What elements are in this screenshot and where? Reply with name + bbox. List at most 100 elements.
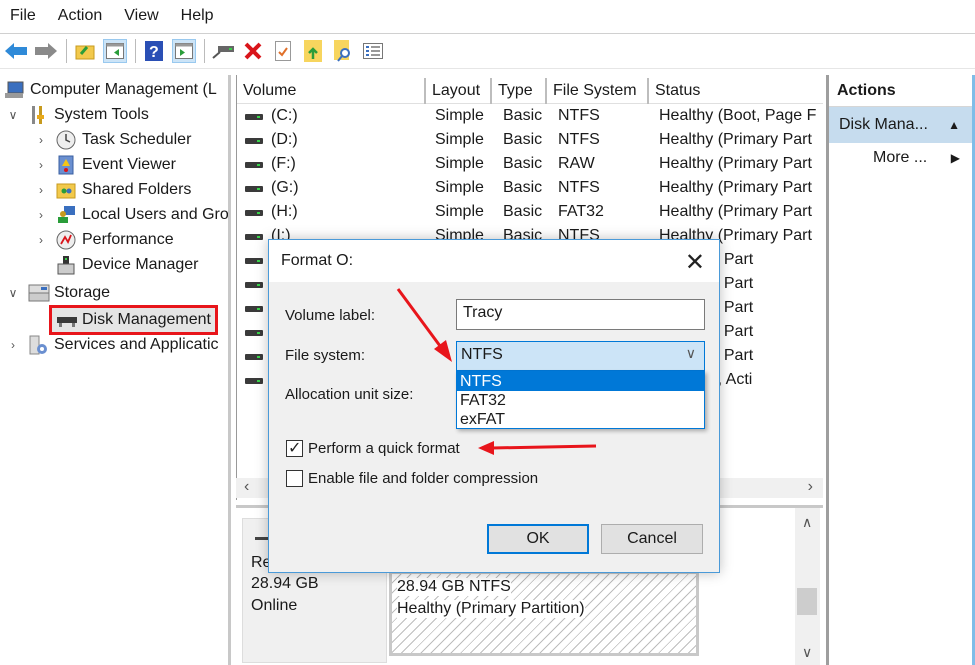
show-hide-action-pane-button[interactable]	[172, 39, 196, 63]
tools-icon	[28, 105, 48, 125]
volume-cell-type: Basic	[503, 203, 543, 220]
tree-item-event-viewer[interactable]: › Event Viewer	[34, 153, 176, 177]
shared-folder-icon	[56, 180, 76, 200]
volume-cell-status: Healthy (Boot, Page F	[659, 107, 817, 124]
tree-item-shared-folders[interactable]: › Shared Folders	[34, 178, 191, 202]
drive-icon	[245, 162, 263, 168]
partition-size: 28.94 GB NTFS	[397, 578, 511, 596]
column-header-type[interactable]: Type	[492, 78, 547, 104]
show-hide-console-tree-icon	[106, 43, 124, 59]
help-icon: ?	[145, 41, 163, 61]
volume-list-header: Volume Layout Type File System Status	[237, 78, 823, 104]
tree-item-performance[interactable]: › Performance	[34, 228, 174, 252]
list-button[interactable]	[361, 39, 385, 63]
volume-row[interactable]: (H:) Simple Basic FAT32 Healthy (Primary Par…	[237, 201, 823, 225]
forward-button[interactable]	[34, 39, 58, 63]
dialog-title: Format O:	[281, 252, 354, 269]
tree-label: Task Scheduler	[82, 131, 192, 148]
ok-button[interactable]: OK	[487, 524, 589, 554]
tree-item-disk-management[interactable]: Disk Management	[49, 305, 218, 335]
compression-label[interactable]: Enable file and folder compression	[308, 470, 538, 487]
scroll-up-icon[interactable]: ∧	[802, 514, 812, 531]
cancel-button[interactable]: Cancel	[601, 524, 703, 554]
collapse-triangle-icon[interactable]: ▲	[948, 107, 960, 143]
volume-row[interactable]: (D:) Simple Basic NTFS Healthy (Primary Part	[237, 129, 823, 153]
actions-more[interactable]: More ... ▶	[829, 143, 972, 173]
volume-row[interactable]: (G:) Simple Basic NTFS Healthy (Primary Part	[237, 177, 823, 201]
show-hide-console-tree-button[interactable]	[103, 39, 127, 63]
quick-format-label[interactable]: Perform a quick format	[308, 440, 460, 457]
scroll-left-icon[interactable]: ‹	[244, 478, 249, 496]
file-system-option-fat32[interactable]: FAT32	[457, 391, 704, 410]
drive-icon	[245, 210, 263, 216]
tree-item-storage[interactable]: ∨ Storage	[6, 281, 110, 305]
console-tree: Computer Management (L ∨ System Tools › …	[0, 75, 231, 665]
tree-item-system-tools[interactable]: ∨ System Tools	[6, 103, 149, 127]
dialog-title-bar: Format O: ✕	[269, 240, 719, 282]
partition-block[interactable]: 28.94 GB NTFS Healthy (Primary Partition…	[389, 571, 699, 656]
volume-row[interactable]: (C:) Simple Basic NTFS Healthy (Boot, Page F	[237, 105, 823, 129]
volume-row[interactable]: (F:) Simple Basic RAW Healthy (Primary Part	[237, 153, 823, 177]
delete-button[interactable]	[241, 39, 265, 63]
scroll-right-icon[interactable]: ›	[808, 478, 813, 496]
volume-cell-status: Healthy (Primary Part	[659, 203, 812, 220]
toolbar-separator	[204, 39, 205, 63]
compression-checkbox[interactable]	[286, 470, 303, 487]
chevron-down-icon[interactable]: ∨	[686, 345, 696, 362]
actions-title: Actions	[829, 75, 972, 107]
column-header-status[interactable]: Status	[649, 78, 823, 104]
menu-action[interactable]: Action	[58, 7, 102, 25]
chevron-right-icon[interactable]: ›	[34, 158, 48, 172]
back-button[interactable]	[4, 39, 28, 63]
export-button[interactable]	[301, 39, 325, 63]
chevron-right-icon[interactable]: ›	[34, 233, 48, 247]
menu-file[interactable]: File	[10, 7, 36, 25]
help-button[interactable]: ?	[142, 39, 166, 63]
menu-view[interactable]: View	[124, 7, 158, 25]
quick-format-checkbox[interactable]	[286, 438, 303, 458]
chevron-right-icon[interactable]: ›	[34, 133, 48, 147]
chevron-right-icon[interactable]: ›	[34, 208, 48, 222]
close-icon[interactable]: ✕	[685, 248, 705, 277]
scroll-down-icon[interactable]: ∨	[802, 644, 812, 661]
toolbar: ?	[0, 33, 975, 69]
tree-item-computer-management[interactable]: Computer Management (L	[4, 78, 217, 102]
chevron-right-icon[interactable]: ›	[6, 338, 20, 352]
file-system-select[interactable]: NTFS ∨	[456, 341, 705, 371]
tree-label: Performance	[82, 231, 174, 248]
tree-item-device-manager[interactable]: Device Manager	[56, 253, 199, 277]
menu-help[interactable]: Help	[181, 7, 214, 25]
chevron-down-icon[interactable]: ∨	[6, 286, 20, 300]
tree-label: Device Manager	[82, 256, 199, 273]
column-header-layout[interactable]: Layout	[426, 78, 492, 104]
tree-item-services[interactable]: › Services and Applicatic	[6, 333, 219, 357]
actions-section-disk-management[interactable]: Disk Mana... ▲	[829, 107, 972, 143]
volume-cell-fs: NTFS	[558, 179, 600, 196]
volume-cell-layout: Simple	[435, 131, 484, 148]
tree-label: Disk Management	[82, 311, 211, 328]
chevron-down-icon[interactable]: ∨	[6, 108, 20, 122]
chevron-right-icon[interactable]: ›	[34, 183, 48, 197]
column-header-file-system[interactable]: File System	[547, 78, 649, 104]
connect-drive-icon	[212, 46, 234, 59]
event-viewer-icon	[56, 155, 76, 175]
volume-cell-type: Basic	[503, 179, 543, 196]
volume-cell-layout: Simple	[435, 107, 484, 124]
column-header-volume[interactable]: Volume	[237, 78, 426, 104]
up-one-level-button[interactable]	[73, 39, 97, 63]
tree-item-task-scheduler[interactable]: › Task Scheduler	[34, 128, 191, 152]
file-system-option-ntfs[interactable]: NTFS	[457, 372, 704, 391]
volume-label-input[interactable]: Tracy	[456, 299, 705, 330]
connect-button[interactable]	[211, 39, 235, 63]
scrollbar-thumb[interactable]	[797, 588, 817, 615]
volume-cell-fs: FAT32	[558, 203, 604, 220]
vertical-scrollbar[interactable]: ∧ ∨	[795, 508, 820, 665]
tree-label: Services and Applicatic	[54, 336, 219, 353]
tree-item-local-users[interactable]: › Local Users and Gro	[34, 203, 228, 227]
drive-icon	[245, 354, 263, 360]
forward-arrow-icon	[35, 43, 57, 59]
file-system-option-exfat[interactable]: exFAT	[457, 410, 704, 429]
properties-button[interactable]	[271, 39, 295, 63]
find-button[interactable]	[331, 39, 355, 63]
drive-icon	[245, 330, 263, 336]
